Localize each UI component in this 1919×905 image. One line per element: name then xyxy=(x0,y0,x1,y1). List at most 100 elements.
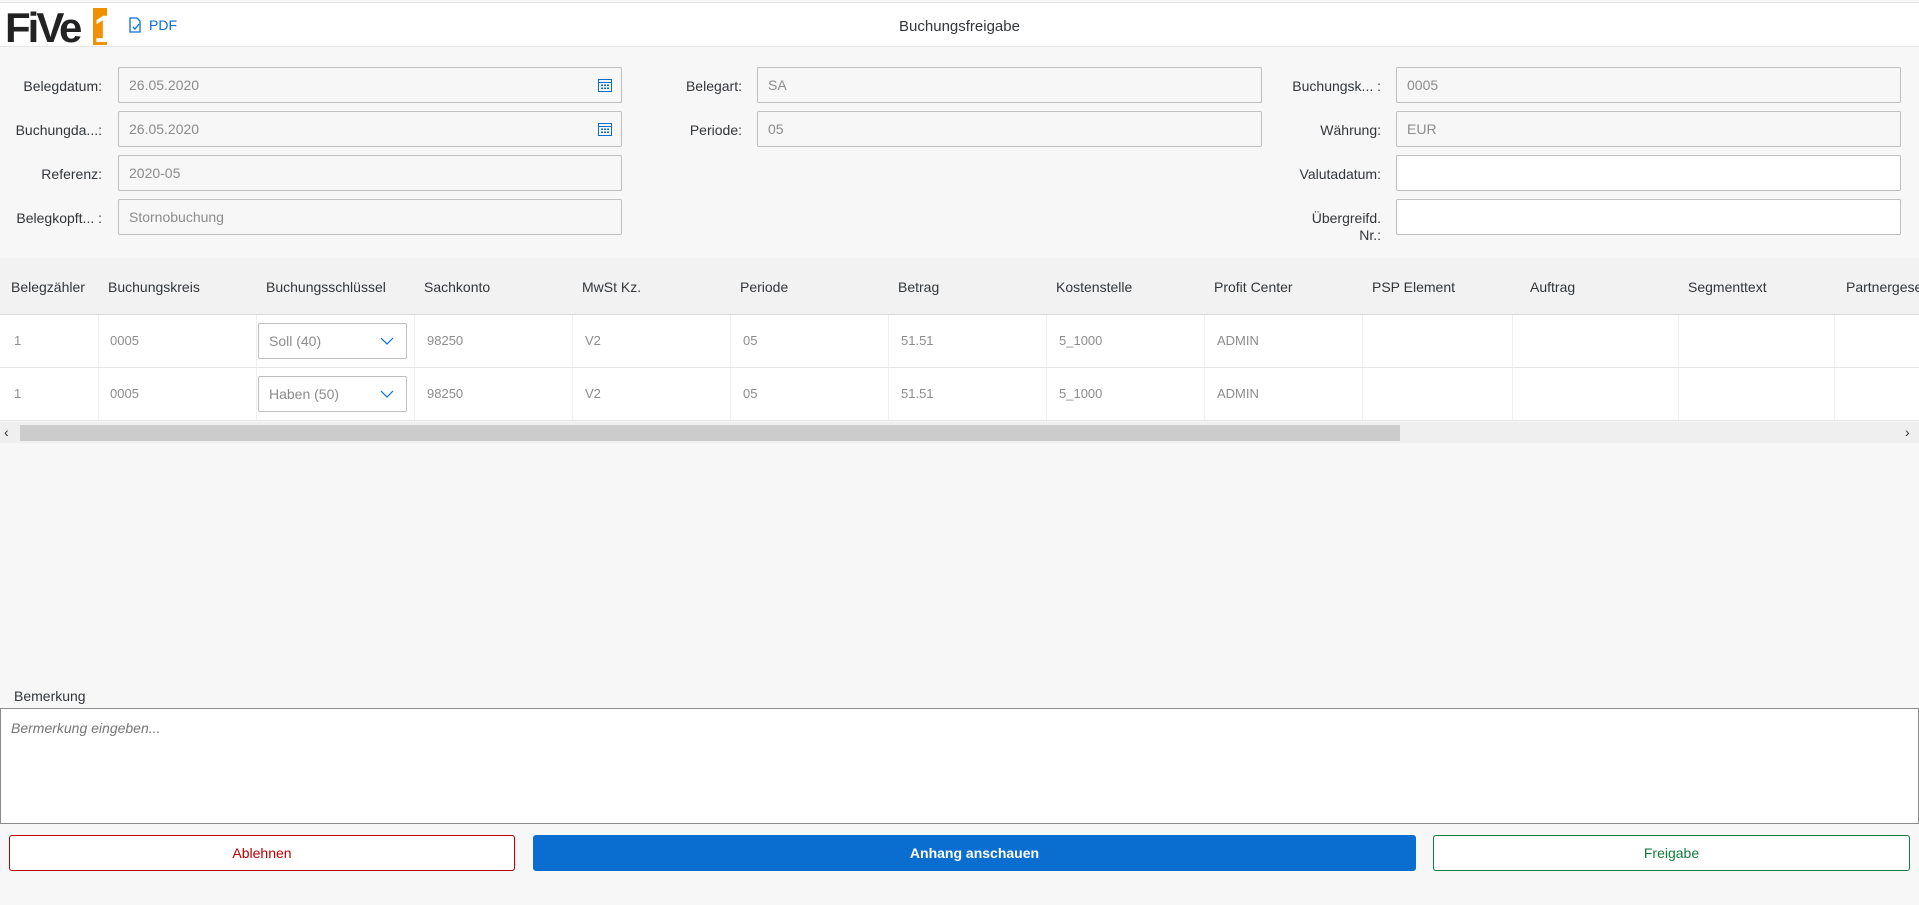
buchungsdatum-value: 26.05.2020 xyxy=(129,121,200,137)
cell-divider xyxy=(888,368,889,420)
buchungskreis-label: Buchungsk... : xyxy=(1292,78,1381,94)
buchungsdatum-label: Buchungda...: xyxy=(15,122,102,138)
cell-divider xyxy=(1512,368,1513,420)
cell-divider xyxy=(1204,315,1205,367)
calendar-icon[interactable] xyxy=(597,77,613,93)
uebergreifd-label-line1: Übergreifd. xyxy=(1311,210,1381,226)
uebergreifd-label: Übergreifd. Nr.: xyxy=(1270,210,1381,244)
cell-divider xyxy=(256,368,257,420)
cell-divider xyxy=(256,315,257,367)
cell-divider xyxy=(414,315,415,367)
column-header[interactable]: Partnergese xyxy=(1846,279,1919,295)
cell-profit-center: ADMIN xyxy=(1217,386,1259,401)
belegdatum-value: 26.05.2020 xyxy=(129,77,200,93)
valutadatum-label: Valutadatum: xyxy=(1299,166,1381,182)
column-header[interactable]: Buchungskreis xyxy=(108,279,200,295)
referenz-value: 2020-05 xyxy=(129,165,181,181)
cell-kostenstelle: 5_1000 xyxy=(1059,333,1103,348)
horizontal-scrollbar[interactable]: ‹ › xyxy=(0,422,1919,443)
belegkopftext-field[interactable]: Stornobuchung xyxy=(118,199,622,235)
approve-button[interactable]: Freigabe xyxy=(1433,835,1910,871)
cell-divider xyxy=(572,315,573,367)
buchungsdatum-field[interactable]: 26.05.2020 xyxy=(118,111,622,147)
chevron-down-icon xyxy=(380,337,394,345)
cell-betrag: 51.51 xyxy=(901,333,934,348)
periode-field[interactable]: 05 xyxy=(757,111,1262,147)
cell-divider xyxy=(1046,368,1047,420)
cell-divider xyxy=(1512,315,1513,367)
column-header[interactable]: Profit Center xyxy=(1214,279,1293,295)
cell-buchungskreis: 0005 xyxy=(110,333,139,348)
line-items-table: Belegzähler Buchungskreis Buchungsschlüs… xyxy=(0,258,1919,421)
cell-sachkonto: 98250 xyxy=(427,386,464,401)
column-header[interactable]: Betrag xyxy=(898,279,939,295)
cell-divider xyxy=(1362,315,1363,367)
valutadatum-field[interactable] xyxy=(1396,155,1901,191)
table-row[interactable]: 1 0005 Haben (50) 98250 V2 05 51.51 5_10… xyxy=(0,368,1919,421)
waehrung-value: EUR xyxy=(1407,121,1437,137)
cell-divider xyxy=(572,368,573,420)
buchungsschluessel-select[interactable]: Haben (50) xyxy=(258,376,407,412)
select-value: Soll (40) xyxy=(269,333,322,349)
column-header[interactable]: Sachkonto xyxy=(424,279,490,295)
app-header: FiVe 1 PDF Buchungsfreigabe xyxy=(0,2,1919,47)
belegart-value: SA xyxy=(768,77,787,93)
cell-buchungskreis: 0005 xyxy=(110,386,139,401)
cell-mwst: V2 xyxy=(585,333,601,348)
periode-label: Periode: xyxy=(689,122,742,138)
column-header[interactable]: Periode xyxy=(740,279,788,295)
cell-kostenstelle: 5_1000 xyxy=(1059,386,1103,401)
buchungskreis-value: 0005 xyxy=(1407,77,1439,93)
periode-value: 05 xyxy=(768,121,784,137)
scroll-left-icon[interactable]: ‹ xyxy=(4,425,9,439)
page-title: Buchungsfreigabe xyxy=(899,18,1020,35)
buchungskreis-field[interactable]: 0005 xyxy=(1396,67,1901,103)
view-attachment-button[interactable]: Anhang anschauen xyxy=(533,835,1416,871)
cell-mwst: V2 xyxy=(585,386,601,401)
cell-periode: 05 xyxy=(743,333,758,348)
cell-divider xyxy=(414,368,415,420)
column-header[interactable]: Buchungsschlüssel xyxy=(266,279,386,295)
remark-textarea[interactable] xyxy=(0,708,1919,824)
buchungsschluessel-select[interactable]: Soll (40) xyxy=(258,323,407,359)
chevron-down-icon xyxy=(380,390,394,398)
cell-betrag: 51.51 xyxy=(901,386,934,401)
cell-divider xyxy=(1678,315,1679,367)
waehrung-field[interactable]: EUR xyxy=(1396,111,1901,147)
belegart-label: Belegart: xyxy=(685,78,742,94)
column-header[interactable]: PSP Element xyxy=(1372,279,1455,295)
calendar-icon[interactable] xyxy=(597,121,613,137)
column-header[interactable]: Auftrag xyxy=(1530,279,1575,295)
cell-divider xyxy=(1204,368,1205,420)
column-header[interactable]: Belegzähler xyxy=(11,279,85,295)
column-header[interactable]: MwSt Kz. xyxy=(582,279,641,295)
belegart-field[interactable]: SA xyxy=(757,67,1262,103)
cell-divider xyxy=(730,368,731,420)
select-value: Haben (50) xyxy=(269,386,340,402)
cell-divider xyxy=(98,315,99,367)
scroll-right-icon[interactable]: › xyxy=(1905,425,1910,439)
belegdatum-field[interactable]: 26.05.2020 xyxy=(118,67,622,103)
uebergreifd-label-line2: Nr.: xyxy=(1359,227,1381,243)
column-header[interactable]: Kostenstelle xyxy=(1056,279,1132,295)
belegkopftext-label: Belegkopft... : xyxy=(16,210,102,226)
cell-belegzaehler: 1 xyxy=(14,386,22,401)
reject-button[interactable]: Ablehnen xyxy=(9,835,515,871)
document-header-form: Belegdatum: 26.05.2020 Buchungda...: 26.… xyxy=(0,48,1919,258)
cell-divider xyxy=(888,315,889,367)
cell-belegzaehler: 1 xyxy=(14,333,22,348)
scrollbar-thumb[interactable] xyxy=(20,425,1400,441)
column-header[interactable]: Segmenttext xyxy=(1688,279,1767,295)
table-row[interactable]: 1 0005 Soll (40) 98250 V2 05 51.51 5_100… xyxy=(0,315,1919,368)
belegdatum-label: Belegdatum: xyxy=(23,78,102,94)
cell-divider xyxy=(1046,315,1047,367)
remark-label: Bemerkung xyxy=(14,688,86,704)
cell-divider xyxy=(1834,368,1835,420)
belegkopftext-value: Stornobuchung xyxy=(129,209,224,225)
cell-profit-center: ADMIN xyxy=(1217,333,1259,348)
uebergreifd-field[interactable] xyxy=(1396,199,1901,235)
referenz-field[interactable]: 2020-05 xyxy=(118,155,622,191)
waehrung-label: Währung: xyxy=(1320,122,1381,138)
cell-divider xyxy=(730,315,731,367)
referenz-label: Referenz: xyxy=(41,166,102,182)
